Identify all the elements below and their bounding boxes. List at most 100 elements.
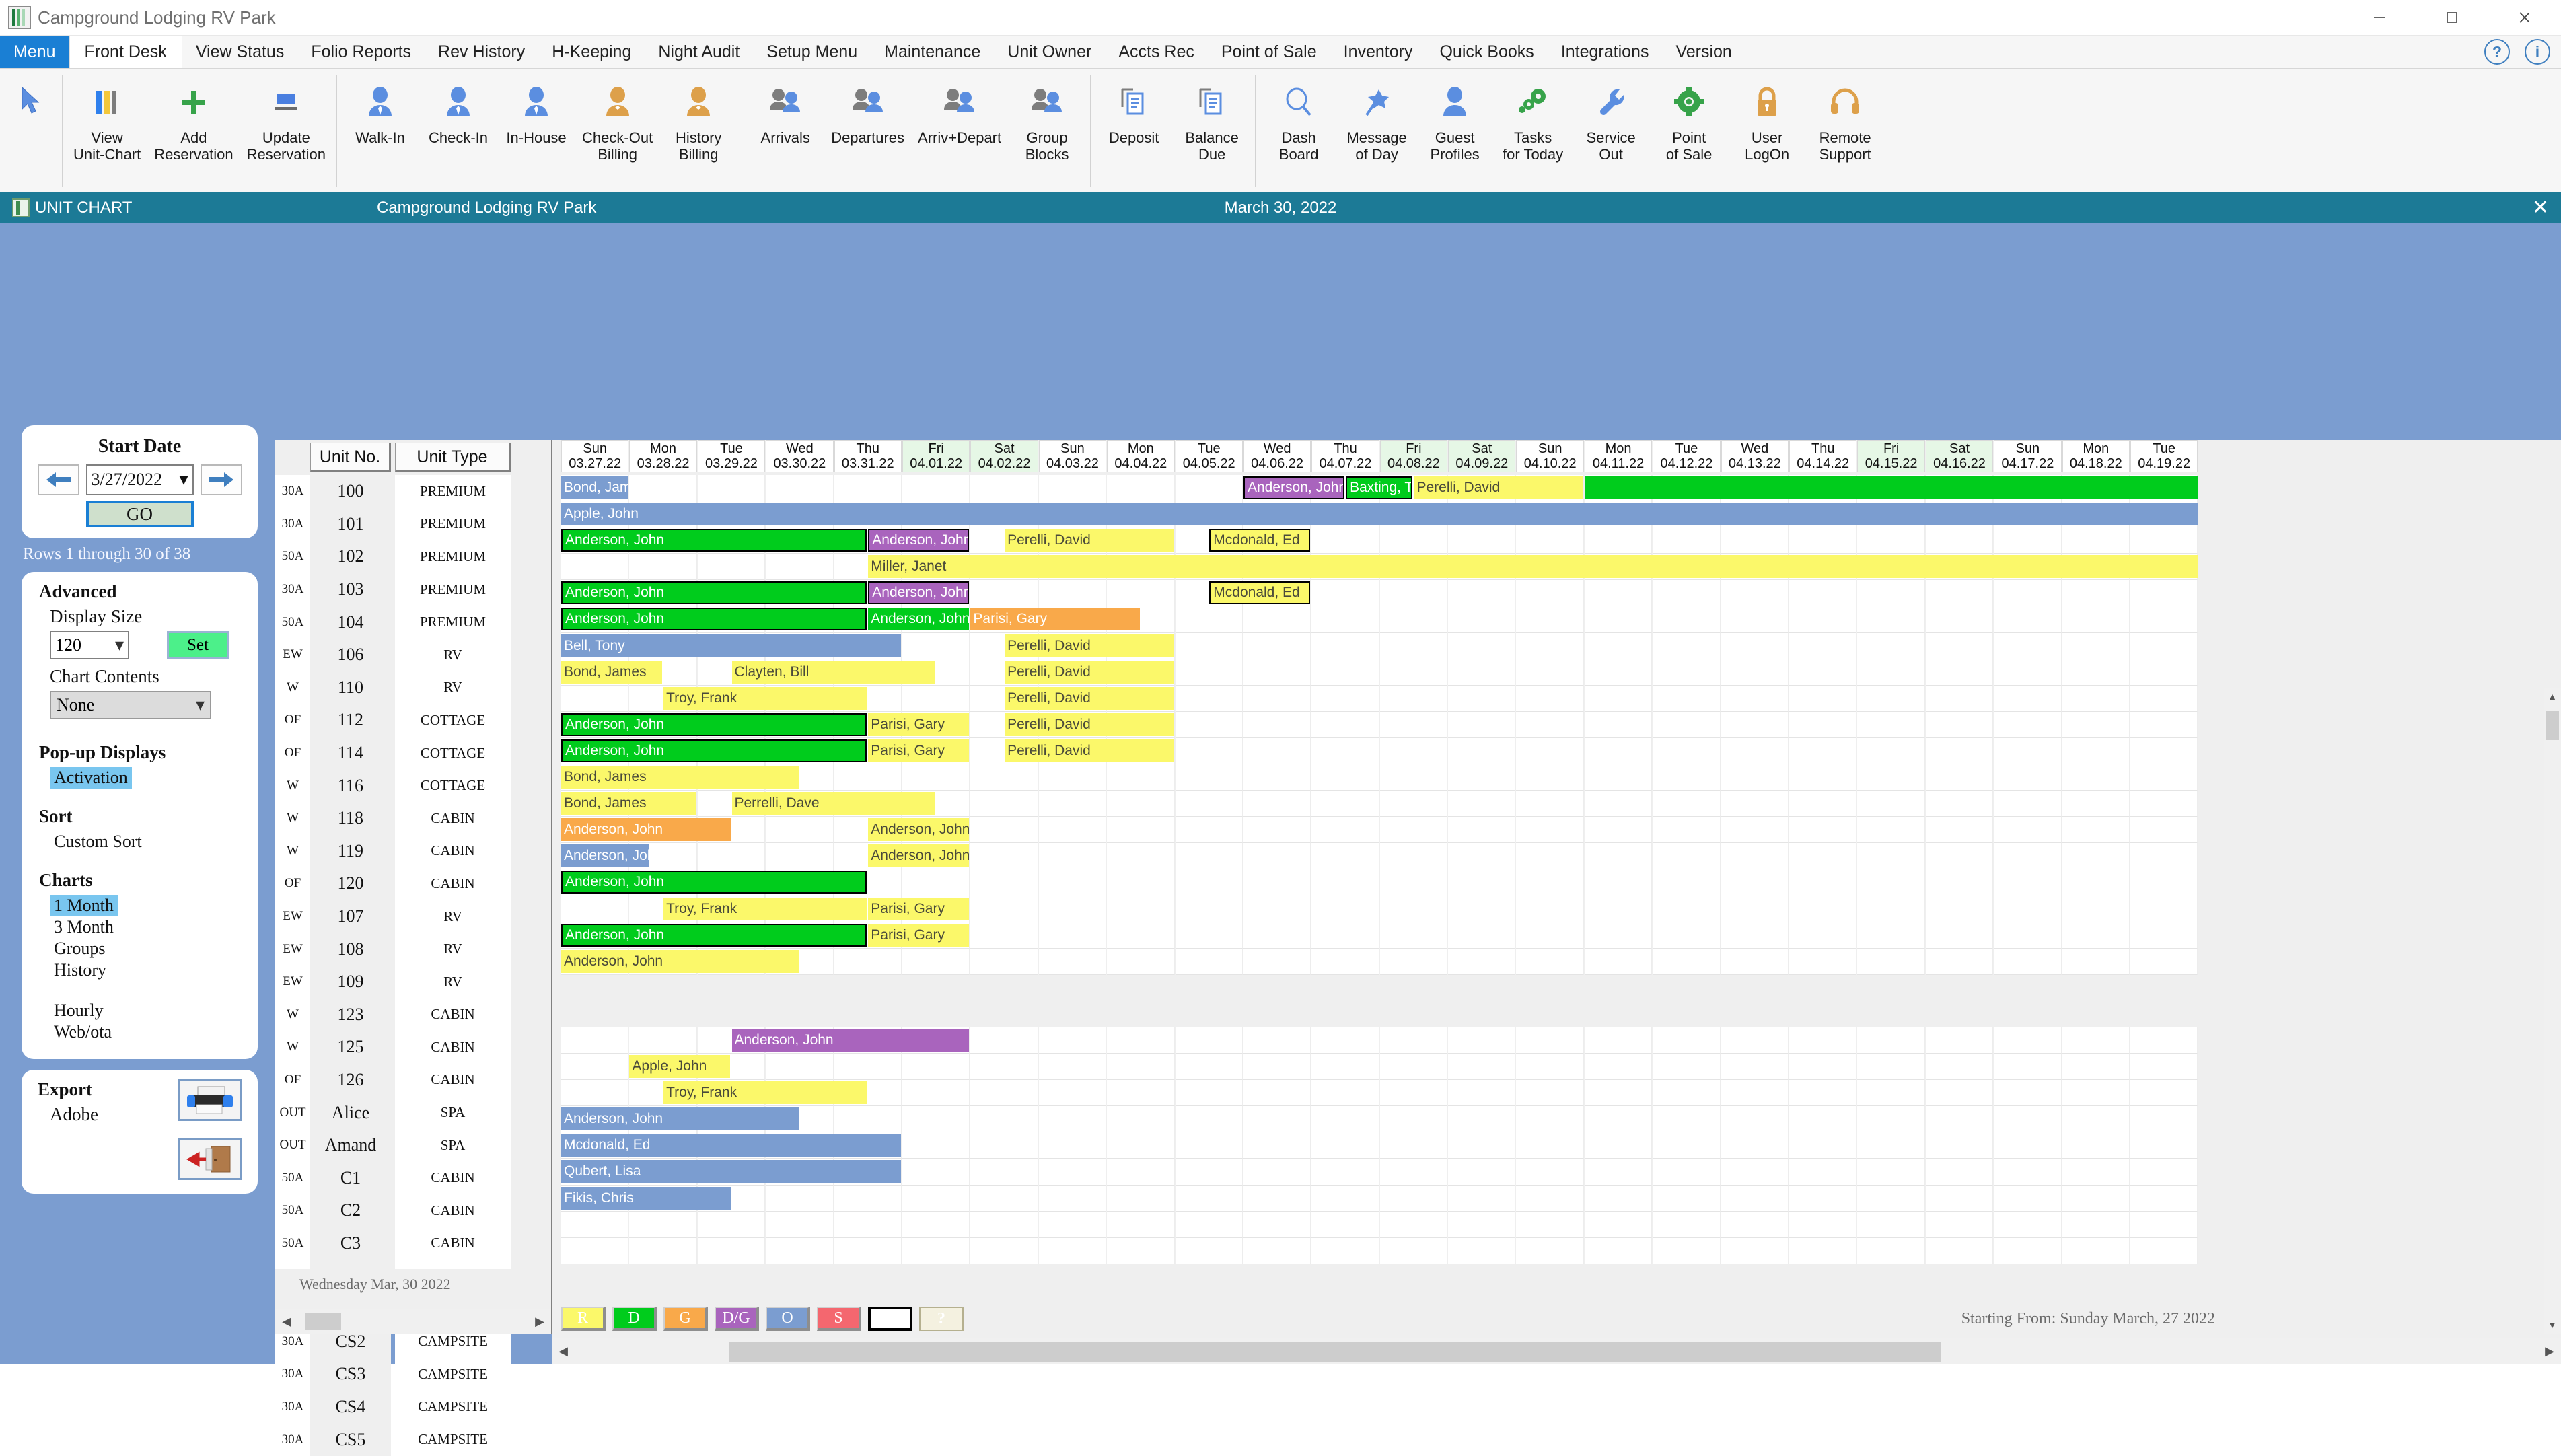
table-row[interactable]: OF 112 COTTAGE xyxy=(275,704,551,737)
menu-item-version[interactable]: Version xyxy=(1662,36,1745,68)
chart-cell[interactable] xyxy=(1789,1080,1857,1107)
user-logon-button[interactable]: User LogOn xyxy=(1728,69,1806,163)
chart-cell[interactable] xyxy=(1994,1211,2062,1238)
chart-cell[interactable] xyxy=(1789,737,1857,765)
chart-cell[interactable] xyxy=(902,1185,970,1212)
chart-cell[interactable] xyxy=(1653,1000,1721,1027)
chart-cell[interactable] xyxy=(1107,475,1175,502)
scroll-left-icon[interactable]: ◀ xyxy=(275,1310,298,1333)
chart-cell[interactable] xyxy=(902,1000,970,1027)
chart-cell[interactable] xyxy=(1516,711,1584,738)
chart-cell[interactable] xyxy=(1448,580,1516,607)
chart-cell[interactable] xyxy=(1584,974,1653,1001)
chart-cell[interactable] xyxy=(1925,1054,1994,1081)
chart-cell[interactable] xyxy=(1721,685,1789,712)
chart-cell[interactable] xyxy=(1448,1237,1516,1264)
chart-cell[interactable] xyxy=(902,974,970,1001)
chart-cell[interactable] xyxy=(1107,1185,1175,1212)
chart-cell[interactable] xyxy=(1379,843,1448,870)
chart-cell[interactable] xyxy=(1243,1159,1311,1186)
chart-cell[interactable] xyxy=(697,843,766,870)
chart-cell[interactable] xyxy=(1584,922,1653,949)
table-row[interactable]: 30A 101 PREMIUM xyxy=(275,507,551,541)
chart-cell[interactable] xyxy=(1516,791,1584,817)
chart-cell[interactable] xyxy=(1516,737,1584,765)
chart-cell[interactable] xyxy=(1448,1159,1516,1186)
chart-cell[interactable] xyxy=(1379,948,1448,975)
legend-swatch-departed[interactable]: D xyxy=(612,1307,657,1331)
chart-cell[interactable] xyxy=(1857,1106,1925,1133)
chart-day-header[interactable]: Tue 03.29.22 xyxy=(697,440,766,472)
reservation-bar[interactable]: Bond, James xyxy=(561,766,799,789)
chart-cell[interactable] xyxy=(1653,580,1721,607)
sidebar-item-web-ota[interactable]: Web/ota xyxy=(50,1021,116,1043)
reservation-bar[interactable]: Perrelli, Dave xyxy=(731,792,935,815)
chart-cell[interactable] xyxy=(1448,974,1516,1001)
table-row[interactable]: EW 106 RV xyxy=(275,638,551,671)
chart-cell[interactable] xyxy=(902,1211,970,1238)
chart-cell[interactable] xyxy=(1653,1159,1721,1186)
chart-cell[interactable] xyxy=(1175,737,1243,765)
table-row[interactable]: EW 107 RV xyxy=(275,900,551,933)
unit-number-cell[interactable]: 108 xyxy=(310,933,391,966)
chart-cell[interactable] xyxy=(1857,922,1925,949)
table-row[interactable]: 30A CS4 CAMPSITE xyxy=(275,1390,551,1424)
chart-cell[interactable] xyxy=(1175,974,1243,1001)
chart-cell[interactable] xyxy=(697,1237,766,1264)
chart-cell[interactable] xyxy=(2062,659,2130,686)
chart-cell[interactable] xyxy=(1994,685,2062,712)
chart-cell[interactable] xyxy=(1789,1132,1857,1159)
chart-cell[interactable] xyxy=(970,580,1038,607)
chart-day-header[interactable]: Sat 04.02.22 xyxy=(970,440,1038,472)
chart-cell[interactable] xyxy=(1379,580,1448,607)
chart-cell[interactable] xyxy=(766,475,834,502)
reservation-bar[interactable]: Troy, Frank xyxy=(663,686,867,710)
unit-number-cell[interactable]: C3 xyxy=(310,1227,391,1260)
chart-cell[interactable] xyxy=(1311,632,1379,659)
chart-cell[interactable] xyxy=(2130,685,2198,712)
chart-cell[interactable] xyxy=(1516,1080,1584,1107)
chart-cell[interactable] xyxy=(1925,685,1994,712)
reservation-bar[interactable]: Anderson, John xyxy=(561,608,867,631)
chart-cell[interactable] xyxy=(2130,1132,2198,1159)
chart-cell[interactable] xyxy=(970,843,1038,870)
chart-cell[interactable] xyxy=(970,869,1038,896)
chart-cell[interactable] xyxy=(902,1132,970,1159)
chart-cell[interactable] xyxy=(1243,632,1311,659)
chart-cell[interactable] xyxy=(1448,711,1516,738)
chart-cell[interactable] xyxy=(1107,791,1175,817)
chart-cell[interactable] xyxy=(1243,764,1311,791)
chart-cell[interactable] xyxy=(1653,737,1721,765)
chart-cell[interactable] xyxy=(1311,711,1379,738)
chart-cell[interactable] xyxy=(2062,1000,2130,1027)
chart-cell[interactable] xyxy=(2062,1106,2130,1133)
chart-cell[interactable] xyxy=(1721,922,1789,949)
chart-cell[interactable] xyxy=(1994,817,2062,844)
chart-cell[interactable] xyxy=(2130,1211,2198,1238)
chart-cell[interactable] xyxy=(1516,896,1584,922)
chart-cell[interactable] xyxy=(1379,764,1448,791)
chart-cell[interactable] xyxy=(1448,632,1516,659)
reservation-bar[interactable]: Anderson, John xyxy=(561,818,731,842)
chart-cell[interactable] xyxy=(1857,1132,1925,1159)
chart-cell[interactable] xyxy=(1243,685,1311,712)
chart-vscrollbar[interactable]: ▲ ▼ xyxy=(2544,688,2561,1334)
chart-cell[interactable] xyxy=(1789,606,1857,633)
chart-cell[interactable] xyxy=(2062,1027,2130,1054)
display-size-select[interactable]: 120 ▾ xyxy=(50,631,129,659)
chart-cell[interactable] xyxy=(1516,817,1584,844)
chart-cell[interactable] xyxy=(766,817,834,844)
chart-cell[interactable] xyxy=(1516,1159,1584,1186)
chart-cell[interactable] xyxy=(2062,632,2130,659)
chart-cell[interactable] xyxy=(1857,1211,1925,1238)
close-button[interactable] xyxy=(2488,0,2561,35)
dash-board-button[interactable]: Dash Board xyxy=(1260,69,1338,163)
chart-cell[interactable] xyxy=(1925,764,1994,791)
chart-cell[interactable] xyxy=(1925,869,1994,896)
chart-cell[interactable] xyxy=(1107,1106,1175,1133)
chart-day-header[interactable]: Tue 04.19.22 xyxy=(2130,440,2198,472)
chart-cell[interactable] xyxy=(766,554,834,581)
chart-cell[interactable] xyxy=(1243,896,1311,922)
chart-cell[interactable] xyxy=(1243,1237,1311,1264)
reservation-bar[interactable] xyxy=(1585,476,2198,499)
